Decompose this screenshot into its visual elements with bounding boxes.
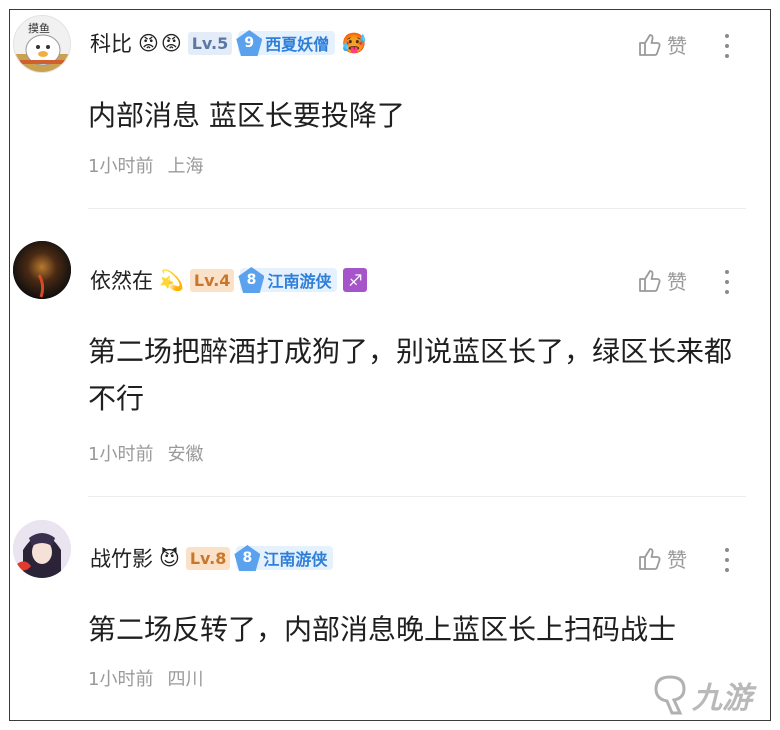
thumbs-up-icon [639,33,661,56]
fan-level-number: 8 [238,267,265,293]
comment-location: 四川 [167,669,204,690]
username[interactable]: 战竹影 [90,543,153,573]
emoji-group: 💫 [159,270,184,290]
emoji-group: 😈 [159,548,180,568]
level-badge: Lv.5 [187,31,233,55]
like-label: 赞 [667,270,687,294]
emoji-group: 😡 😡 [138,33,182,53]
fan-level-number: 8 [234,545,261,571]
username[interactable]: 依然在 [90,265,153,295]
comment-time: 1小时前 [88,156,154,177]
dizzy-emoji-icon: 💫 [159,268,184,292]
level-badge: Lv.8 [185,546,231,570]
username[interactable]: 科比 [90,28,132,58]
comment-header: 依然在 💫 Lv.4 8 江南游侠 ♐ [90,262,368,298]
more-options-icon[interactable] [724,270,730,294]
like-button[interactable]: 赞 [637,266,687,295]
fan-level-number: 9 [236,30,263,56]
comment-text: 内部消息 蓝区长要投降了 [88,99,405,132]
fan-badge-name: 西夏妖僧 [265,35,330,54]
thumbs-up-icon [639,547,661,570]
devil-emoji-icon: 😈 [159,546,180,570]
comment-location: 安徽 [167,444,204,465]
thumbs-up-icon [639,269,661,292]
avatar[interactable]: 摸鱼 [13,15,71,73]
comment-text: 第二场把醉酒打成狗了，别说蓝区长了，绿区长来都不行 [88,335,733,415]
divider [88,496,746,497]
fan-badge[interactable]: 8 江南游侠 [234,545,334,571]
fan-badge[interactable]: 8 江南游侠 [238,267,338,293]
comment-list: 摸鱼 科比 😡 😡 Lv.5 9 西夏妖僧 🥵 赞 内部消息 蓝区长要投降了 1… [9,9,771,721]
avatar[interactable] [13,241,71,299]
comment-item: 摸鱼 科比 😡 😡 Lv.5 9 西夏妖僧 🥵 赞 内部消息 蓝区长要投降了 1… [10,10,770,220]
comment-meta: 1小时前 四川 [88,665,203,691]
angry-emoji-icon: 😡 [160,31,182,55]
avatar[interactable] [13,520,71,578]
more-options-icon[interactable] [724,34,730,58]
more-options-icon[interactable] [724,548,730,572]
angry-emoji-icon: 😡 [138,31,159,55]
sagittarius-icon: ♐ [343,268,368,292]
avatar-text: 摸鱼 [28,21,50,35]
watermark-logo: 九游 [626,660,776,730]
comment-meta: 1小时前 上海 [88,152,203,178]
fan-badge[interactable]: 9 西夏妖僧 [236,30,336,56]
like-button[interactable]: 赞 [637,544,687,573]
watermark-logo-icon [654,675,686,715]
fan-badge-name: 江南游侠 [267,272,332,291]
like-button[interactable]: 赞 [637,30,687,59]
watermark-text: 九游 [692,681,752,716]
comment-location: 上海 [167,156,204,177]
comment-item: 依然在 💫 Lv.4 8 江南游侠 ♐ 赞 第二场把醉酒打成狗了，别说蓝区长了，… [10,220,770,498]
comment-text: 第二场反转了，内部消息晚上蓝区长上扫码战士 [88,613,677,646]
divider [88,208,746,209]
comment-meta: 1小时前 安徽 [88,440,203,466]
comment-time: 1小时前 [88,669,154,690]
like-label: 赞 [667,548,687,572]
level-badge: Lv.4 [189,268,235,292]
hot-face-icon: 🥵 [341,31,367,55]
comment-time: 1小时前 [88,444,154,465]
fan-badge-name: 江南游侠 [263,550,328,569]
comment-header: 战竹影 😈 Lv.8 8 江南游侠 [90,540,334,576]
comment-header: 科比 😡 😡 Lv.5 9 西夏妖僧 🥵 [90,25,367,61]
like-label: 赞 [667,34,687,58]
